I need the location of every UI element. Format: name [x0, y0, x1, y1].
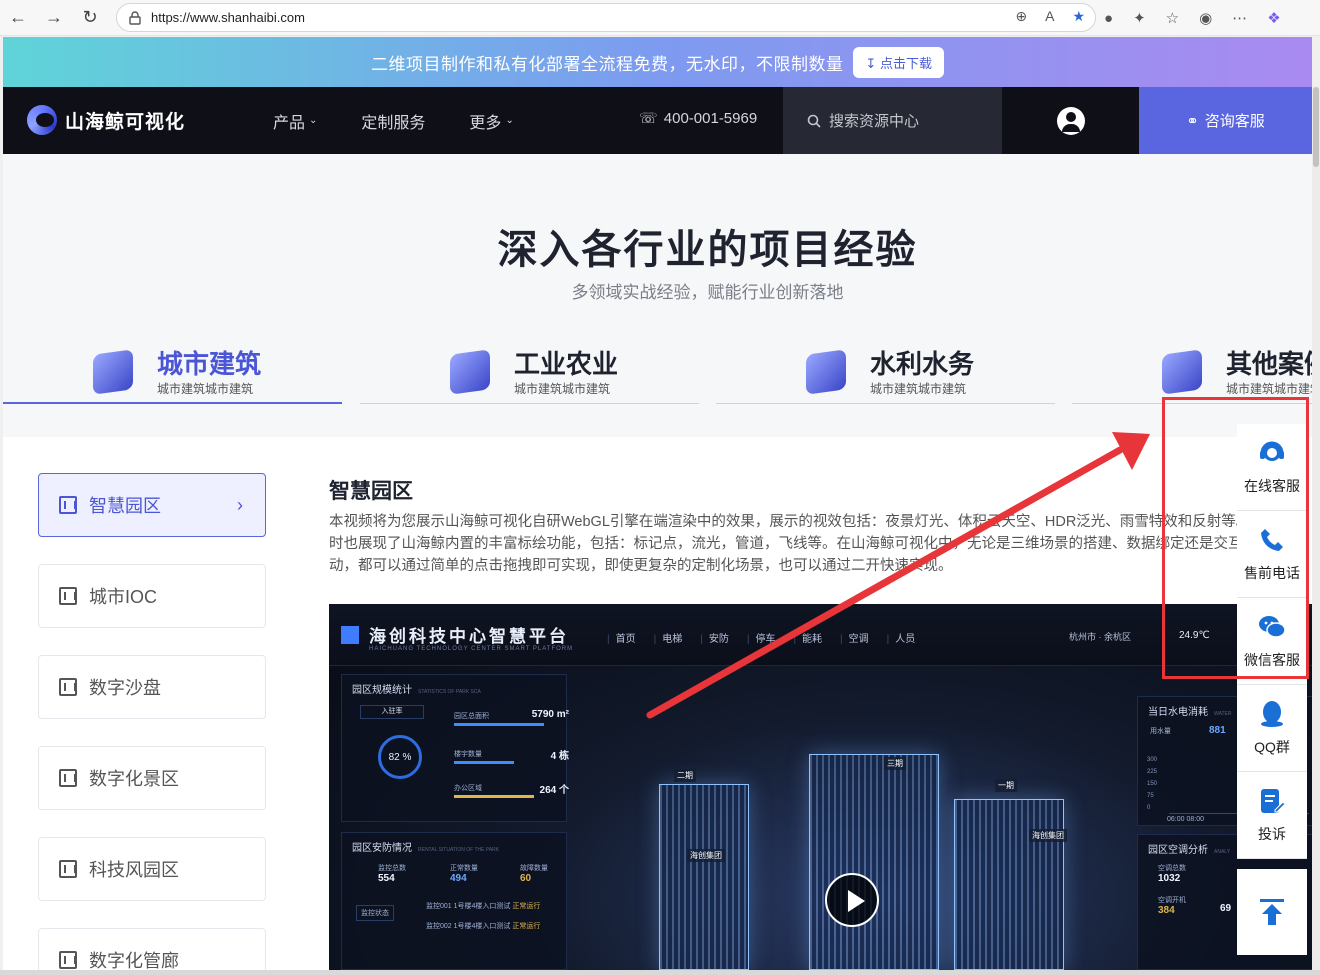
annotation-arrow — [646, 432, 1150, 719]
scrollbar-thumb[interactable] — [1313, 87, 1319, 167]
horizontal-scrollbar[interactable] — [0, 970, 1320, 975]
vertical-scrollbar[interactable] — [1312, 87, 1320, 970]
